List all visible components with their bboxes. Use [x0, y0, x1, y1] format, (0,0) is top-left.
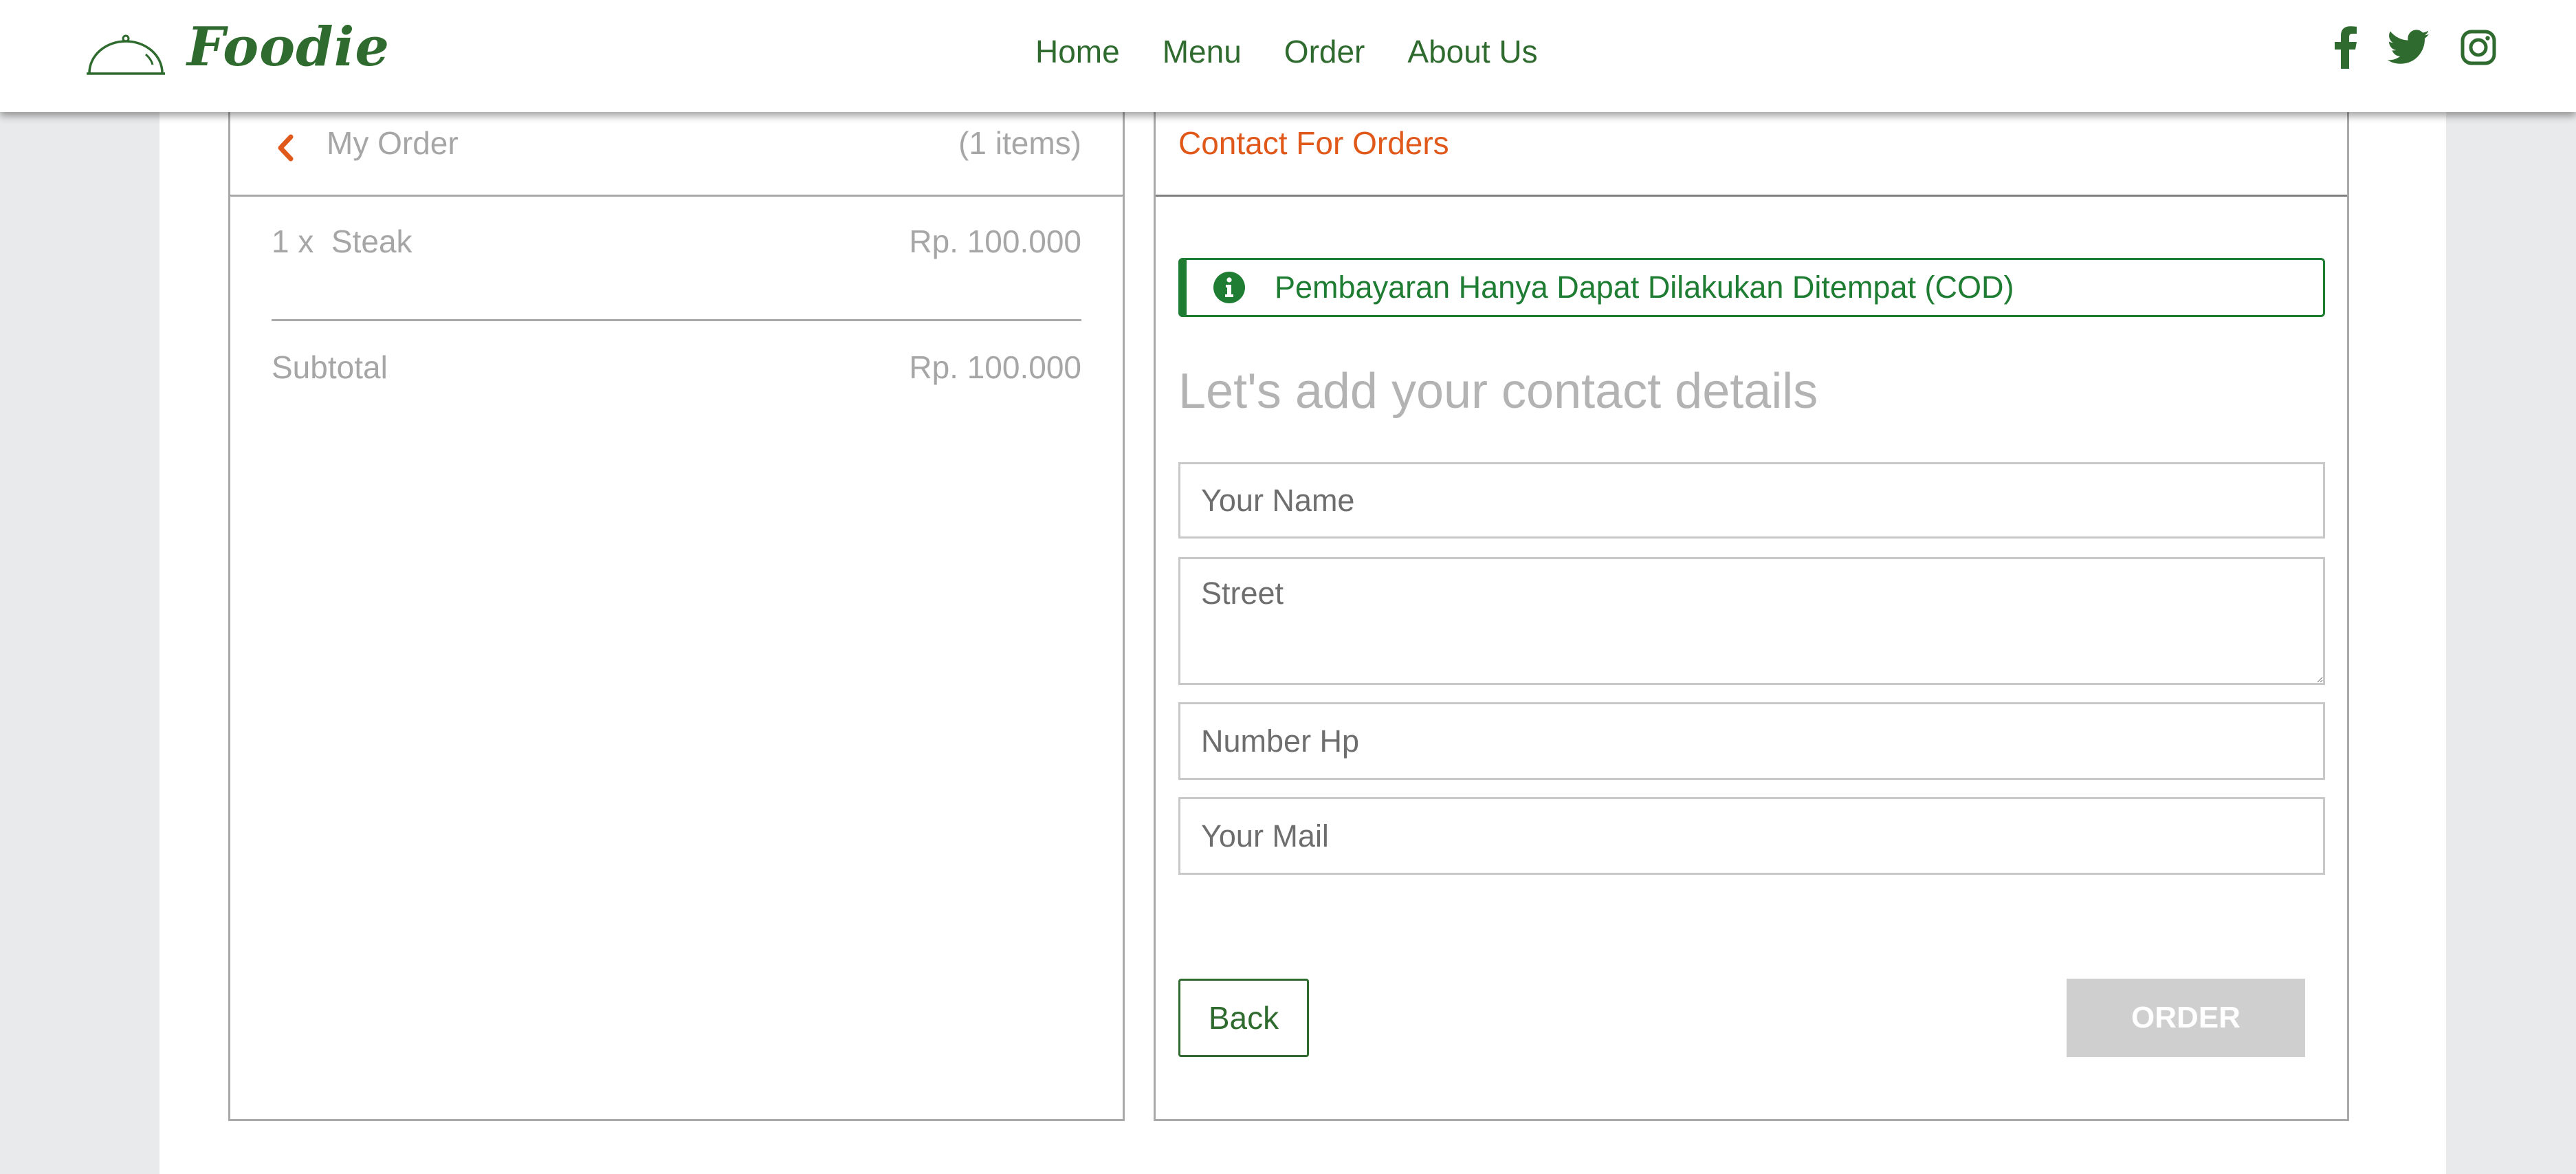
nav-link-menu[interactable]: Menu — [1163, 33, 1242, 70]
navbar: Foodie Home Menu Order About Us — [0, 0, 2576, 112]
subtotal-row: Subtotal Rp. 100.000 — [272, 349, 1081, 386]
twitter-icon[interactable] — [2388, 30, 2430, 65]
back-button[interactable]: Back — [1178, 979, 1309, 1057]
nav-link-order[interactable]: Order — [1284, 33, 1365, 70]
order-item-price: Rp. 100.000 — [909, 224, 1081, 259]
contact-heading: Let's add your contact details — [1178, 364, 1818, 419]
chevron-left-icon[interactable] — [272, 127, 299, 169]
brand[interactable]: Foodie — [85, 12, 390, 81]
cod-alert: Pembayaran Hanya Dapat Dilakukan Ditempa… — [1178, 258, 2325, 317]
order-item-label: 1 x Steak — [272, 224, 412, 259]
contact-panel: Contact For Orders Pembayaran Hanya Dapa… — [1154, 112, 2349, 1121]
order-item-count: (1 items) — [958, 125, 1081, 161]
contact-title: Contact For Orders — [1178, 125, 1449, 161]
order-header: My Order (1 items) — [230, 112, 1123, 197]
order-button[interactable]: ORDER — [2067, 979, 2305, 1057]
brand-name: Foodie — [187, 15, 390, 78]
contact-header: Contact For Orders — [1156, 112, 2347, 197]
name-input[interactable] — [1178, 462, 2325, 539]
subtotal-value: Rp. 100.000 — [909, 349, 1081, 385]
instagram-icon[interactable] — [2461, 30, 2496, 65]
nav-link-about-us[interactable]: About Us — [1407, 33, 1537, 70]
phone-input[interactable] — [1178, 702, 2325, 780]
order-divider — [272, 319, 1081, 321]
social-links — [2334, 26, 2496, 69]
nav-link-home[interactable]: Home — [1035, 33, 1120, 70]
cloche-icon — [87, 34, 165, 75]
subtotal-label: Subtotal — [272, 349, 388, 385]
info-icon — [1213, 272, 1245, 303]
order-summary-panel: My Order (1 items) 1 x Steak Rp. 100.000… — [228, 112, 1125, 1121]
alert-text: Pembayaran Hanya Dapat Dilakukan Ditempa… — [1275, 270, 2014, 305]
main-nav: Home Menu Order About Us — [1035, 33, 1538, 70]
order-item-row: 1 x Steak Rp. 100.000 — [272, 223, 1081, 260]
street-input[interactable] — [1178, 557, 2325, 685]
order-title: My Order — [327, 125, 459, 161]
facebook-icon[interactable] — [2334, 26, 2357, 69]
email-input[interactable] — [1178, 797, 2325, 875]
